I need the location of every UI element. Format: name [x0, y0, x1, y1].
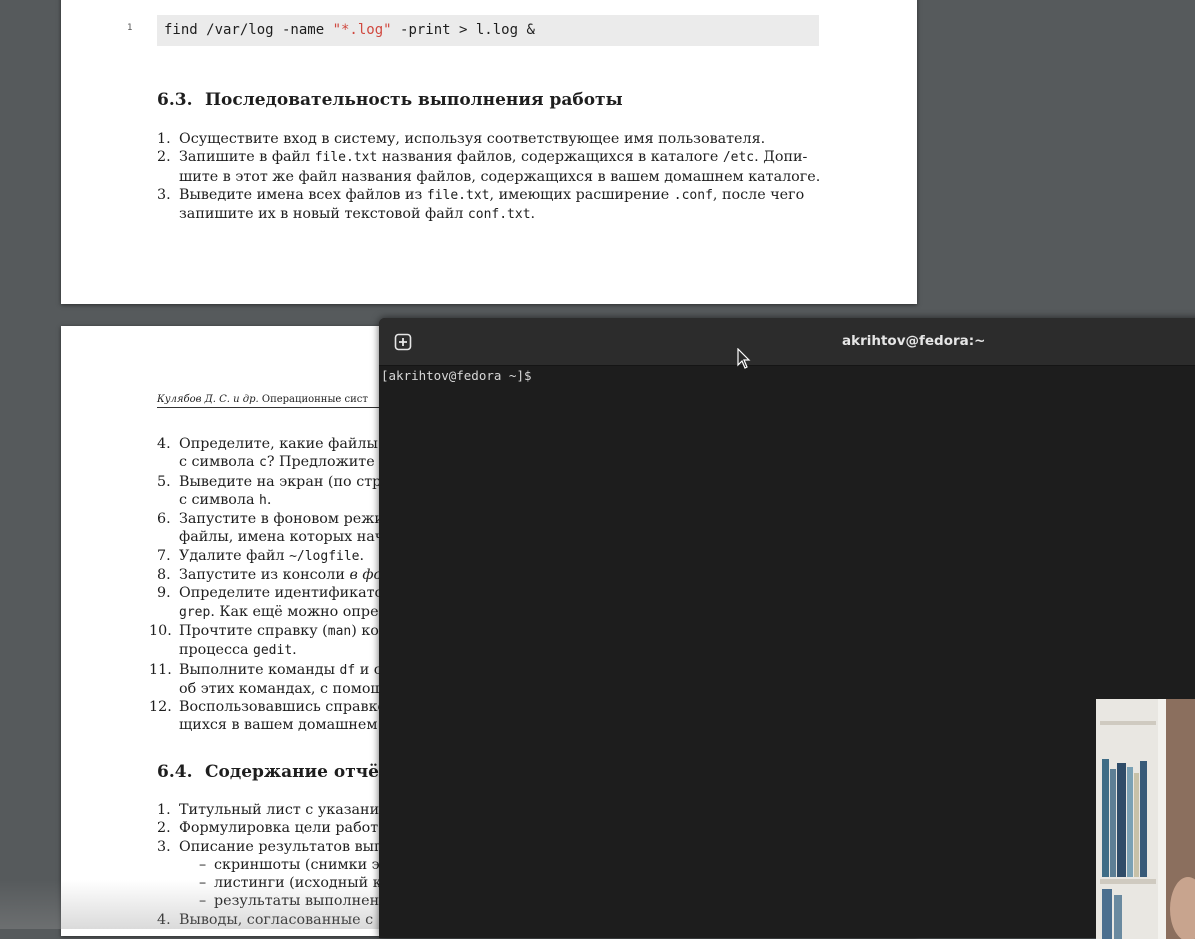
section-title: Содержание отчёта: [205, 762, 401, 782]
new-tab-button[interactable]: [391, 330, 415, 354]
list-item: 2. Запишите в файл file.txt названия фай…: [157, 148, 837, 186]
item-text: шите в этот же файл названия файлов, сод…: [179, 168, 821, 185]
item-text-italic: в фо: [349, 567, 383, 584]
item-text: Определите идентификато: [179, 585, 384, 602]
item-text: .: [266, 491, 272, 508]
item-text: ? Предложите: [266, 454, 375, 471]
list-item: 1. Осуществите вход в систему, используя…: [157, 130, 837, 148]
inline-code: h: [259, 492, 267, 508]
webcam-bookshelf-image: [1096, 699, 1195, 939]
code-listing: find /var/log -name "*.log" -print > l.l…: [157, 15, 819, 46]
item-text: . Допи-: [754, 149, 808, 166]
item-text: Формулировка цели работ: [179, 820, 379, 837]
item-number: 8.: [157, 567, 171, 584]
item-text: , после чего: [712, 186, 805, 203]
item-text: Титульный лист с указани: [179, 802, 380, 818]
item-text: Описание результатов вып: [179, 838, 384, 855]
inline-code: file.txt: [314, 150, 378, 166]
list-item: 3. Выведите имена всех файлов из file.tx…: [157, 186, 837, 225]
inline-code: file.txt: [426, 187, 490, 203]
item-text: с символа: [179, 491, 260, 508]
item-number: 2.: [157, 820, 171, 837]
item-text: .: [292, 642, 297, 659]
item-number: 5.: [157, 473, 171, 490]
item-text: . Как ещё можно опре: [210, 603, 379, 620]
item-number: 7.: [157, 547, 171, 564]
inline-code: df: [339, 662, 356, 678]
code-line-number: 1: [127, 23, 133, 33]
item-number: 1.: [157, 802, 171, 818]
item-number: 12.: [149, 699, 172, 716]
item-text: Запустите в фоновом режи: [179, 511, 384, 528]
section-title: Последовательность выполнения работы: [205, 90, 623, 110]
item-text: , имеющих расширение: [489, 186, 674, 203]
item-text: с символа: [179, 454, 260, 471]
item-text: Запустите из консоли: [179, 567, 350, 584]
shell-prompt: [akrihtov@fedora ~]$: [381, 368, 532, 383]
item-text: названия файлов, содержащихся в каталоге: [377, 149, 723, 166]
item-text: .: [359, 547, 365, 564]
item-number: 9.: [157, 585, 171, 602]
inline-code: /etc: [722, 150, 755, 166]
item-number: 10.: [149, 622, 172, 639]
item-text: Выведите имена всех файлов из: [179, 186, 427, 203]
item-text: Запишите в файл: [179, 149, 315, 166]
item-text: об этих командах, с помощ: [179, 680, 384, 697]
terminal-window[interactable]: akrihtov@fedora:~ [akrihtov@fedora ~]$: [379, 318, 1195, 938]
webcam-overlay: [1096, 699, 1195, 939]
item-number: 3.: [157, 838, 171, 855]
item-text: Определите, какие файлы: [179, 436, 378, 452]
section-number: 6.3.: [157, 90, 193, 110]
inline-code: .conf: [673, 187, 713, 203]
item-text: Выводы, согласованные с: [179, 911, 374, 928]
inline-code: c: [259, 455, 267, 471]
item-text: щихся в вашем домашнем: [179, 717, 378, 734]
terminal-header-bar[interactable]: akrihtov@fedora:~: [379, 318, 1195, 366]
item-text: Прочтите справку (: [179, 622, 328, 639]
section-heading-6-3: 6.3. Последовательность выполнения работы: [157, 90, 623, 110]
code-redirect: -print > l.log &: [391, 22, 535, 38]
running-head-authors: Кулябов Д. С. и др.: [157, 394, 259, 405]
running-head-title: Операционные сист: [258, 394, 368, 405]
item-text: файлы, имена которых нач: [179, 529, 385, 546]
item-number: 3.: [157, 186, 171, 203]
item-text: запишите их в новый текстовой файл: [179, 206, 468, 223]
item-text: Выполните команды: [179, 661, 340, 678]
mouse-pointer-icon: [737, 348, 751, 369]
steps-list: 1. Осуществите вход в систему, используя…: [157, 130, 837, 224]
inline-code: man: [327, 623, 352, 639]
code-string-literal: "*.log": [332, 22, 392, 38]
item-number: 4.: [157, 436, 171, 452]
item-text: Удалите файл: [179, 547, 290, 564]
terminal-output[interactable]: [akrihtov@fedora ~]$: [381, 368, 532, 383]
plus-square-icon: [394, 333, 412, 351]
section-heading-6-4: 6.4. Содержание отчёта: [157, 762, 401, 782]
inline-code: ~/logfile: [289, 548, 360, 564]
section-number: 6.4.: [157, 762, 193, 782]
item-text: ) ко: [351, 622, 379, 639]
item-number: 2.: [157, 149, 171, 166]
item-text: и с: [355, 661, 382, 678]
item-text: .: [530, 206, 536, 223]
item-number: 6.: [157, 511, 171, 528]
inline-code: grep: [179, 604, 211, 620]
item-number: 11.: [149, 661, 172, 678]
code-command: find /var/log -name: [164, 22, 333, 38]
inline-code: conf.txt: [467, 207, 531, 223]
terminal-title: akrihtov@fedora:~: [842, 333, 986, 349]
item-text: Осуществите вход в систему, используя со…: [179, 131, 766, 147]
item-text: Выведите на экран (по стр: [179, 473, 382, 490]
item-number: 1.: [157, 131, 171, 147]
document-page-1: 1 find /var/log -name "*.log" -print > l…: [61, 0, 917, 304]
item-text: Воспользовавшись справко: [179, 699, 387, 716]
item-text: процесса: [179, 642, 254, 659]
inline-code: gedit: [253, 643, 293, 659]
item-number: 4.: [157, 911, 171, 928]
